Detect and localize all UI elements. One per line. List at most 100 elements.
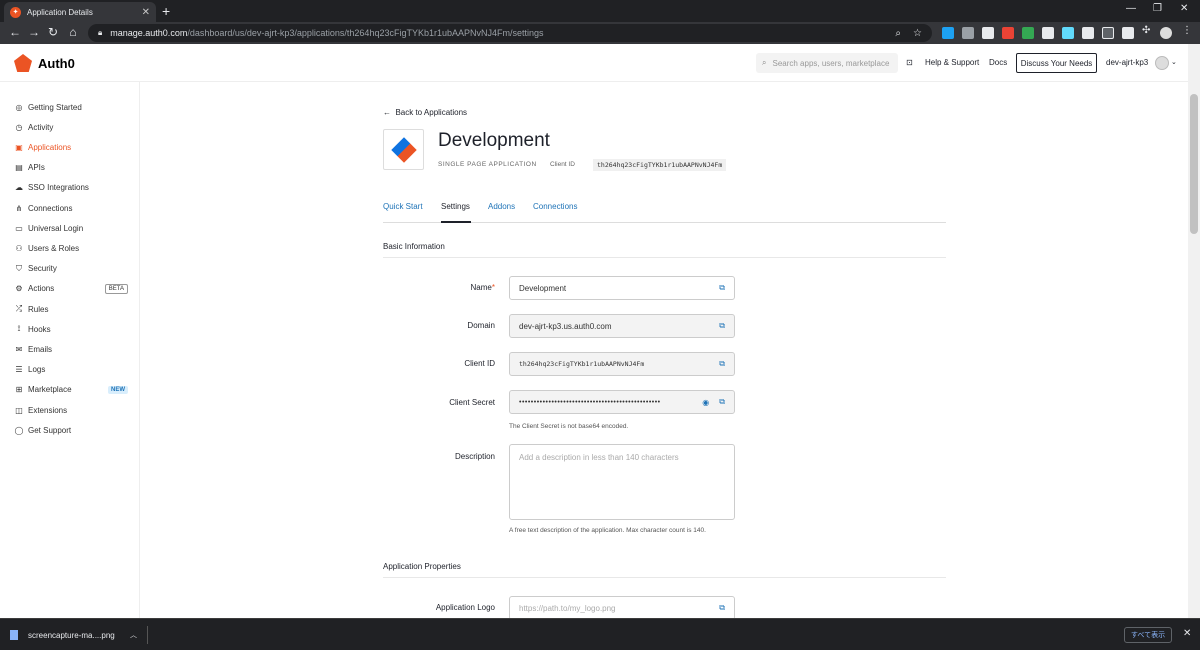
back-to-applications-link[interactable]: ← Back to Applications [383,108,467,117]
tab-close-icon[interactable]: ✕ [142,7,150,18]
extension-icon[interactable] [1122,27,1134,39]
sidebar-item-marketplace[interactable]: ⊞ Marketplace NEW [14,384,128,396]
copy-icon[interactable]: ⧉ [719,321,725,331]
address-bar[interactable]: 🔒︎ manage.auth0.com /dashboard/us/dev-aj… [88,24,932,42]
sidebar-item-security[interactable]: ⛉ Security [14,263,128,275]
discuss-needs-button[interactable]: Discuss Your Needs [1016,53,1097,73]
camera-extension-icon[interactable] [962,27,974,39]
search-input[interactable]: ⌕ Search apps, users, marketplace [756,53,898,73]
extension-icon[interactable] [1002,27,1014,39]
sidebar-item-getting-started[interactable]: ◎ Getting Started [14,101,128,113]
copy-icon[interactable]: ⧉ [719,283,725,293]
sidebar-item-applications[interactable]: ▣ Applications [14,141,128,153]
extensions-icon: ◫ [15,405,23,415]
description-textarea[interactable]: Add a description in less than 140 chara… [509,444,735,520]
sidebar-item-activity[interactable]: ◷ Activity [14,121,128,133]
tab-addons[interactable]: Addons [488,202,515,211]
auth0-logo[interactable]: Auth0 [14,54,75,72]
lock-icon: 🔒︎ [98,28,103,37]
extension-icon[interactable] [982,27,994,39]
home-icon[interactable]: ⌂ [66,25,80,39]
sidebar-item-users-roles[interactable]: ⚇ Users & Roles [14,242,128,254]
extension-icon[interactable] [1042,27,1054,39]
zoom-icon[interactable]: ⌕ [895,28,901,39]
show-all-button[interactable]: すべて表示 [1124,627,1172,643]
sidebar-item-apis[interactable]: ▤ APIs [14,162,128,174]
app-logo-label: Application Logo [435,603,495,612]
sidebar-item-get-support[interactable]: ◯ Get Support [14,424,128,436]
client-id-code[interactable]: th264hq23cFigTYKb1r1ubAAPNvNJ4Fm [593,159,727,171]
sidebar-item-label: Applications [28,142,72,152]
name-field[interactable]: Development ⧉ [509,276,735,300]
auth0-favicon-icon: ✦ [10,6,21,18]
browser-menu-icon[interactable]: ⋮ [1182,25,1194,37]
eye-icon[interactable]: ◉ [702,398,709,407]
extension-icon[interactable] [1102,27,1114,39]
avatar[interactable] [1155,56,1169,70]
active-tab-indicator [441,221,471,223]
description-hint: A free text description of the applicati… [509,527,706,534]
extension-icon[interactable] [1022,27,1034,39]
chevron-down-icon[interactable]: ⌄ [1171,58,1177,66]
scrollbar[interactable] [1188,44,1200,618]
browser-tab[interactable]: ✦ Application Details ✕ [4,2,156,22]
sidebar-item-extensions[interactable]: ◫ Extensions [14,404,128,416]
page-title: Development [438,130,550,151]
close-icon[interactable]: ✕ [1183,628,1191,639]
reload-icon[interactable]: ↻ [46,25,60,39]
url-host: manage.auth0.com [110,28,188,38]
activity-icon: ◷ [15,122,23,132]
sidebar-item-label: Connections [28,203,73,213]
copy-icon[interactable]: ⧉ [719,359,725,369]
minimize-icon[interactable]: — [1126,3,1136,14]
settings-tabs: Quick Start Settings Addons Connections [383,194,946,223]
close-window-icon[interactable]: ✕ [1180,3,1188,14]
download-item[interactable]: screencapture-ma....png ︿ [10,626,148,644]
new-tab-icon[interactable]: + [162,3,170,19]
forward-arrow-icon[interactable]: → [27,25,41,39]
status-badge: NEW [108,385,128,394]
domain-field[interactable]: dev-ajrt-kp3.us.auth0.com ⧉ [509,314,735,338]
extension-icon[interactable] [1082,27,1094,39]
sidebar-item-emails[interactable]: ✉ Emails [14,343,128,355]
url-path: /dashboard/us/dev-ajrt-kp3/applications/… [187,28,544,38]
client-id-field[interactable]: th264hq23cFigTYKb1r1ubAAPNvNJ4Fm ⧉ [509,352,735,376]
client-id-label: Client ID [550,161,575,168]
marketplace-icon: ⊞ [15,385,23,395]
sidebar-item-hooks[interactable]: ⟟ Hooks [14,323,128,335]
client-secret-field[interactable]: ••••••••••••••••••••••••••••••••••••••••… [509,390,735,414]
docs-link[interactable]: Docs [989,58,1007,67]
divider [383,577,946,578]
puzzle-extensions-icon[interactable]: ✣ [1142,25,1154,37]
help-support-link[interactable]: Help & Support [925,58,979,67]
react-extension-icon[interactable] [1062,27,1074,39]
tab-quick-start[interactable]: Quick Start [383,202,423,211]
sidebar-item-label: APIs [28,163,45,173]
sidebar-item-connections[interactable]: ⋔ Connections [14,202,128,214]
name-label: Name* [470,283,495,292]
scrollbar-thumb[interactable] [1190,94,1198,234]
domain-label: Domain [467,321,495,330]
spa-diamond-icon [390,136,417,163]
back-arrow-icon[interactable]: ← [8,25,22,39]
extension-icon[interactable] [942,27,954,39]
sidebar-item-logs[interactable]: ☰ Logs [14,364,128,376]
copy-icon[interactable]: ⧉ [719,603,725,613]
sidebar-item-rules[interactable]: ⤮ Rules [14,303,128,315]
sidebar-item-universal-login[interactable]: ▭ Universal Login [14,222,128,234]
application-type: SINGLE PAGE APPLICATION [438,161,537,168]
sidebar-item-actions[interactable]: ⚙ Actions BETA [14,283,128,295]
download-bar: screencapture-ma....png ︿ すべて表示 ✕ [0,618,1200,650]
app-logo-field[interactable]: https://path.to/my_logo.png ⧉ [509,596,735,620]
copy-icon[interactable]: ⧉ [719,397,725,407]
profile-avatar-icon[interactable] [1160,27,1172,39]
restore-icon[interactable]: ❐ [1153,3,1162,14]
tab-settings[interactable]: Settings [441,202,470,211]
bookmark-star-icon[interactable]: ☆ [913,28,922,39]
tab-title: Application Details [27,7,93,17]
sidebar-item-label: Emails [28,344,53,354]
sidebar-item-sso-integrations[interactable]: ☁ SSO Integrations [14,182,128,194]
tenant-name[interactable]: dev-ajrt-kp3 [1106,58,1148,67]
tab-connections[interactable]: Connections [533,202,577,211]
chevron-up-icon[interactable]: ︿ [130,630,137,640]
